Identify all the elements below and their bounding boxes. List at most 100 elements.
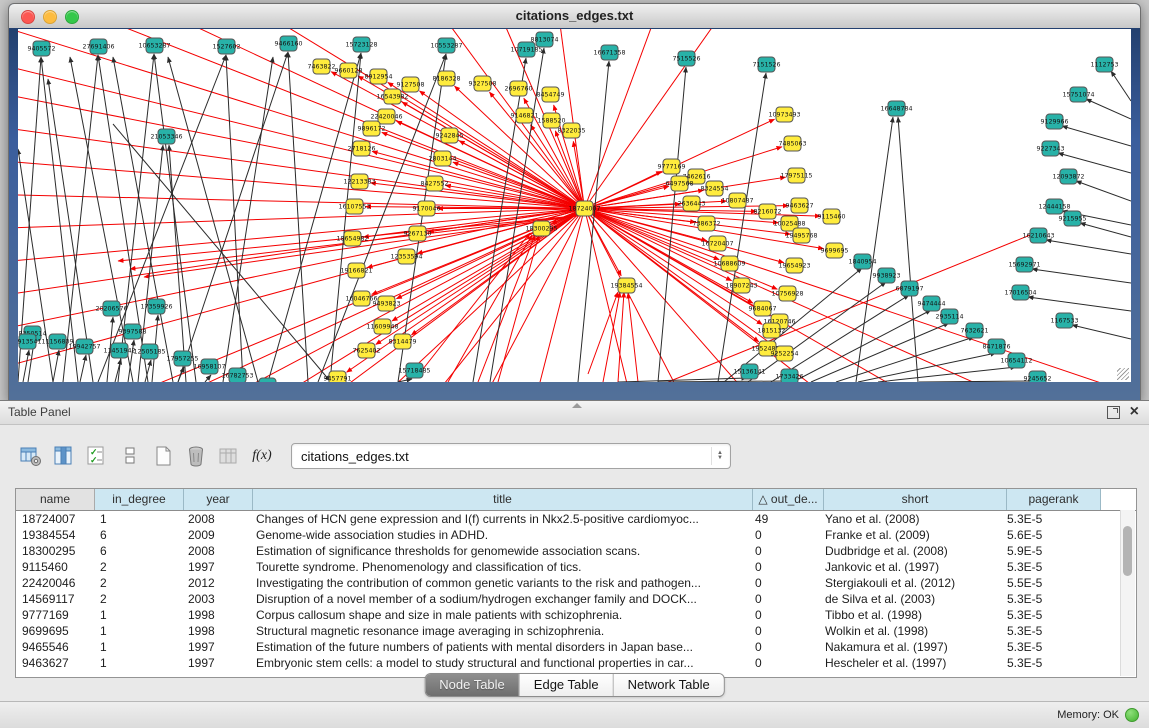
- function-builder-icon[interactable]: f(x): [250, 444, 274, 468]
- node-label: 12093872: [1052, 174, 1084, 181]
- minimize-window-button[interactable]: [43, 10, 57, 24]
- scrollbar-thumb[interactable]: [1123, 526, 1132, 576]
- create-column-icon[interactable]: [151, 444, 175, 468]
- table-row[interactable]: 1872400712008Changes of HCN gene express…: [16, 511, 1136, 527]
- column-header-year[interactable]: year: [184, 489, 253, 510]
- traffic-lights: [21, 10, 79, 24]
- window-titlebar[interactable]: citations_edges.txt: [9, 4, 1140, 29]
- node-label: 9115460: [817, 214, 845, 221]
- table-row[interactable]: 1830029562008Estimation of significance …: [16, 543, 1136, 559]
- node-label: 15723128: [345, 42, 377, 49]
- node-label: 9227343: [1036, 146, 1064, 153]
- node-label: 15692971: [1008, 262, 1040, 269]
- node-label: 12213383: [343, 179, 375, 186]
- memory-status-label: Memory: OK: [1057, 709, 1119, 721]
- node-label: 8912954: [364, 74, 392, 81]
- close-panel-icon[interactable]: ×: [1130, 405, 1139, 419]
- column-header-short[interactable]: short: [824, 489, 1007, 510]
- cell-year: 2008: [182, 544, 250, 558]
- cell-out_de: 0: [749, 528, 819, 542]
- cell-out_de: 0: [749, 592, 819, 606]
- table-row[interactable]: 969969511998Structural magnetic resonanc…: [16, 623, 1136, 639]
- cell-title: Investigating the contribution of common…: [250, 576, 749, 590]
- node-label: 19384554: [610, 283, 642, 290]
- node-label: 8216072: [753, 209, 781, 216]
- cell-pagerank: 5.3E-5: [1001, 608, 1094, 622]
- zoom-window-button[interactable]: [65, 10, 79, 24]
- table-row[interactable]: 2242004622012Investigating the contribut…: [16, 575, 1136, 591]
- tab-network-table[interactable]: Network Table: [614, 674, 724, 696]
- node-label: 7632621: [960, 328, 988, 335]
- table-mode-icon[interactable]: [19, 444, 43, 468]
- node-label: 9457791: [323, 376, 351, 382]
- table-header-row[interactable]: namein_degreeyeartitle△ out_de...shortpa…: [16, 489, 1136, 511]
- delete-column-icon[interactable]: [184, 444, 208, 468]
- cell-year: 1998: [182, 624, 250, 638]
- column-header-out_de[interactable]: △ out_de...: [753, 489, 824, 510]
- table-selector-dropdown[interactable]: citations_edges.txt ▲▼: [291, 443, 731, 469]
- node-label: 10688609: [713, 261, 745, 268]
- row-height-icon[interactable]: [118, 444, 142, 468]
- column-header-pagerank[interactable]: pagerank: [1007, 489, 1101, 510]
- memory-ok-icon[interactable]: [1125, 708, 1139, 722]
- cell-short: Nakamura et al. (1997): [819, 640, 1001, 654]
- network-window: citations_edges.txt 74638229660128891295…: [8, 3, 1141, 402]
- table-row[interactable]: 911546021997Tourette syndrome. Phenomeno…: [16, 559, 1136, 575]
- table-row[interactable]: 1938455462009Genome-wide association stu…: [16, 527, 1136, 543]
- cell-name: 18724007: [16, 512, 94, 526]
- column-header-in_degree[interactable]: in_degree: [95, 489, 184, 510]
- cell-name: 9465546: [16, 640, 94, 654]
- node-label: 9660128: [334, 68, 362, 75]
- node-label: 9699695: [820, 248, 848, 255]
- cell-name: 14569117: [16, 592, 94, 606]
- node-table: namein_degreeyeartitle△ out_de...shortpa…: [15, 488, 1137, 678]
- cell-short: Franke et al. (2009): [819, 528, 1001, 542]
- node-label: 17359926: [140, 304, 172, 311]
- column-header-title[interactable]: title: [253, 489, 753, 510]
- node-label: 9215955: [1058, 216, 1086, 223]
- cell-pagerank: 5.3E-5: [1001, 640, 1094, 654]
- table-scrollbar[interactable]: [1120, 510, 1135, 676]
- table-row[interactable]: 977716911998Corpus callosum shape and si…: [16, 607, 1136, 623]
- status-bar: Memory: OK: [0, 701, 1149, 728]
- node-label: 9170046: [412, 206, 440, 213]
- node-label: 1527602: [212, 44, 240, 51]
- node-label: 10653287: [138, 43, 170, 50]
- splitter-grip-icon[interactable]: [572, 403, 582, 408]
- cell-short: Stergiakouli et al. (2012): [819, 576, 1001, 590]
- float-panel-icon[interactable]: [1107, 406, 1120, 419]
- table-panel-titlebar[interactable]: Table Panel ×: [0, 401, 1149, 425]
- table-body[interactable]: 1872400712008Changes of HCN gene express…: [16, 511, 1136, 671]
- cell-title: Structural magnetic resonance image aver…: [250, 624, 749, 638]
- select-columns-icon[interactable]: ✓✓: [85, 444, 109, 468]
- node-label: 16720407: [701, 241, 733, 248]
- node-label: 10973493: [768, 112, 800, 119]
- node-label: 16210643: [1022, 233, 1054, 240]
- column-header-name[interactable]: name: [16, 489, 95, 510]
- window-title: citations_edges.txt: [9, 4, 1140, 28]
- node-label: 9684067: [748, 306, 776, 313]
- node-label: 9405572: [27, 46, 55, 53]
- node-label: 11451942: [103, 348, 135, 355]
- cell-name: 19384554: [16, 528, 94, 542]
- cell-name: 9777169: [16, 608, 94, 622]
- node-label: 9252254: [770, 351, 798, 358]
- table-row[interactable]: 946362711997Embryonic stem cells: a mode…: [16, 655, 1136, 671]
- show-columns-icon[interactable]: [52, 444, 76, 468]
- network-canvas[interactable]: 7463822966012889129549127508165439828186…: [18, 29, 1131, 382]
- node-label: 9938923: [872, 273, 900, 280]
- cell-out_de: 0: [749, 576, 819, 590]
- node-label: 1815132: [757, 328, 785, 335]
- tab-node-table[interactable]: Node Table: [425, 674, 520, 696]
- table-row[interactable]: 1456911722003Disruption of a novel membe…: [16, 591, 1136, 607]
- import-table-icon: [217, 444, 241, 468]
- resize-grip-icon[interactable]: [1117, 368, 1129, 380]
- cell-in_degree: 6: [94, 528, 182, 542]
- graph-node[interactable]: [259, 378, 276, 382]
- table-row[interactable]: 946554611997Estimation of the future num…: [16, 639, 1136, 655]
- cell-out_de: 49: [749, 512, 819, 526]
- node-label: 9129966: [1040, 119, 1068, 126]
- node-label: 9474444: [917, 301, 945, 308]
- tab-edge-table[interactable]: Edge Table: [520, 674, 614, 696]
- close-window-button[interactable]: [21, 10, 35, 24]
